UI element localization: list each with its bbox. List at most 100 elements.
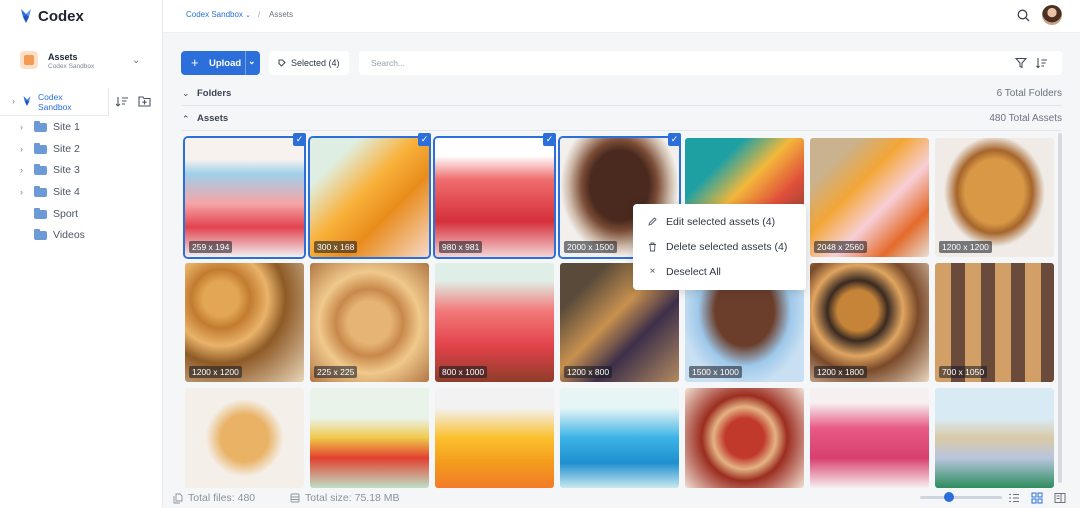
asset-thumbnail: [935, 263, 1054, 382]
tree-root-codex-sandbox[interactable]: › Codex Sandbox: [10, 92, 108, 114]
tree-root-label: Codex Sandbox: [38, 92, 72, 112]
sidebar-item-sport[interactable]: Sport: [20, 206, 78, 222]
asset-thumbnail: [810, 388, 929, 488]
chevron-down-icon[interactable]: ⌄: [182, 88, 190, 99]
asset-tile[interactable]: 1200 x 1200: [185, 263, 304, 382]
checkbox-checked-icon[interactable]: ✓: [668, 133, 681, 146]
asset-tile[interactable]: 800 x 1000: [435, 263, 554, 382]
edit-selected-menu-item[interactable]: Edit selected assets (4): [633, 209, 806, 234]
asset-dimensions: 225 x 225: [314, 366, 358, 378]
asset-tile[interactable]: [185, 388, 304, 488]
deselect-all-menu-item[interactable]: × Deselect All: [633, 259, 806, 284]
checkbox-checked-icon[interactable]: ✓: [293, 133, 306, 146]
checkbox-checked-icon[interactable]: ✓: [418, 133, 431, 146]
asset-thumbnail: [685, 388, 804, 488]
assets-count: 480 Total Assets: [989, 113, 1062, 124]
search-icon[interactable]: [1017, 9, 1030, 22]
asset-dimensions: 2000 x 1500: [564, 241, 617, 253]
section-divider: [181, 130, 1062, 131]
asset-tile[interactable]: 700 x 1050: [935, 263, 1054, 382]
breadcrumb-parent[interactable]: Codex Sandbox ⌄: [186, 10, 251, 19]
plus-icon: +: [191, 55, 199, 70]
asset-tile[interactable]: [810, 388, 929, 488]
list-view-icon[interactable]: [1008, 493, 1020, 503]
chevron-down-icon[interactable]: ⌄: [132, 55, 140, 66]
app-name: Codex: [38, 7, 84, 25]
folders-section-header[interactable]: ⌄ Folders 6 Total Folders: [181, 86, 1062, 104]
asset-dimensions: 2048 x 2560: [814, 241, 867, 253]
asset-tile[interactable]: 980 x 981: [433, 136, 556, 259]
asset-tile[interactable]: [310, 388, 429, 488]
top-bar: Codex Sandbox ⌄ / Assets: [163, 0, 1080, 33]
sidebar-item-label: Sport: [53, 208, 79, 220]
sidebar-item-site-2[interactable]: › Site 2: [20, 141, 80, 157]
filter-icon[interactable]: [1015, 57, 1027, 69]
asset-dimensions: 300 x 168: [314, 241, 358, 253]
asset-thumbnail: [310, 138, 429, 257]
sidebar-item-site-1[interactable]: › Site 1: [20, 119, 80, 135]
breadcrumb-separator: /: [258, 10, 261, 19]
chevron-up-icon[interactable]: ⌃: [182, 114, 190, 125]
search-input[interactable]: [371, 56, 971, 70]
asset-tile[interactable]: 1200 x 1800: [810, 263, 929, 382]
sidebar-item-videos[interactable]: Videos: [20, 227, 85, 243]
zoom-slider[interactable]: [920, 496, 1002, 499]
avatar[interactable]: [1042, 5, 1062, 25]
workspace-switcher[interactable]: Assets Codex Sandbox ⌄: [16, 48, 148, 76]
asset-dimensions: 1200 x 1200: [189, 366, 242, 378]
zoom-slider-handle[interactable]: [943, 492, 954, 502]
chevron-down-icon[interactable]: ⌄: [248, 56, 256, 67]
tree-root-label-line1: Codex: [38, 92, 63, 102]
sidebar-item-site-4[interactable]: › Site 4: [20, 184, 80, 200]
section-divider: [181, 105, 1062, 106]
asset-tile[interactable]: [685, 388, 804, 488]
chevron-right-icon[interactable]: ›: [20, 165, 28, 175]
asset-thumbnail: [185, 263, 304, 382]
asset-dimensions: 1500 x 1000: [689, 366, 742, 378]
upload-split-divider: [245, 51, 246, 75]
deselect-all-label: Deselect All: [666, 265, 721, 278]
tree-divider: [0, 115, 108, 116]
sidebar-item-site-3[interactable]: › Site 3: [20, 162, 80, 178]
folder-icon: [34, 207, 47, 219]
asset-tile[interactable]: [560, 388, 679, 488]
asset-thumbnail: [560, 388, 679, 488]
checkbox-checked-icon[interactable]: ✓: [543, 133, 556, 146]
sidebar-item-label: Site 3: [53, 164, 80, 176]
new-folder-icon[interactable]: [138, 95, 151, 107]
assets-label: Assets: [197, 113, 229, 124]
asset-tile[interactable]: 259 x 194: [183, 136, 306, 259]
asset-tile[interactable]: [935, 388, 1054, 488]
folder-icon: [34, 228, 47, 240]
asset-thumbnail: [185, 138, 304, 257]
asset-tile[interactable]: 225 x 225: [310, 263, 429, 382]
folder-icon: [34, 163, 47, 175]
chevron-right-icon[interactable]: ›: [20, 187, 28, 197]
chevron-right-icon[interactable]: ›: [20, 144, 28, 154]
asset-tile[interactable]: 2048 x 2560: [810, 138, 929, 257]
chevron-right-icon[interactable]: ›: [20, 122, 28, 132]
context-menu: Edit selected assets (4) Delete selected…: [633, 204, 806, 290]
app-logo[interactable]: Codex: [19, 6, 84, 26]
chevron-right-icon[interactable]: ›: [12, 96, 15, 106]
grid-view-icon[interactable]: [1031, 492, 1043, 504]
scrollbar[interactable]: [1058, 133, 1062, 483]
selected-button[interactable]: Selected (4): [269, 51, 349, 75]
upload-button[interactable]: + Upload ⌄: [181, 51, 260, 75]
sort-tree-icon[interactable]: [116, 96, 128, 107]
upload-label: Upload: [209, 58, 242, 69]
sort-icon[interactable]: [1036, 57, 1048, 69]
asset-tile[interactable]: 300 x 168: [308, 136, 431, 259]
asset-tile[interactable]: 1200 x 1200: [935, 138, 1054, 257]
search-bar: [359, 51, 1062, 75]
assets-section-header[interactable]: ⌃ Assets 480 Total Assets: [181, 111, 1062, 129]
asset-thumbnail: [810, 138, 929, 257]
asset-thumbnail: [310, 388, 429, 488]
asset-tile[interactable]: [435, 388, 554, 488]
detail-view-icon[interactable]: [1054, 492, 1066, 504]
delete-selected-menu-item[interactable]: Delete selected assets (4): [633, 234, 806, 259]
sidebar-item-label: Site 4: [53, 186, 80, 198]
tree-toolbar: [108, 88, 163, 116]
storage-icon: [290, 493, 300, 503]
asset-thumbnail: [810, 263, 929, 382]
